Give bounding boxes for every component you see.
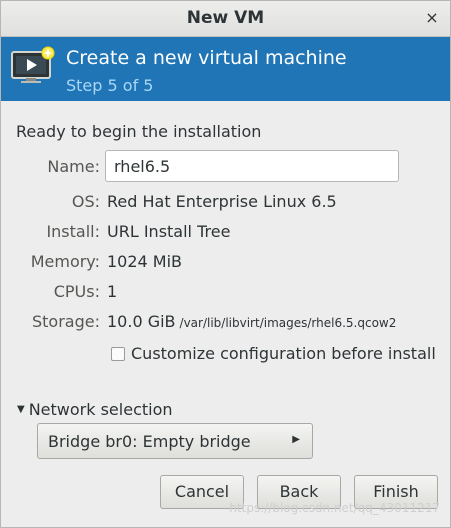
network-selection-expander[interactable]: ▼ Network selection bbox=[17, 400, 173, 419]
memory-value: 1024 MiB bbox=[107, 252, 183, 271]
customize-config-checkbox[interactable]: Customize configuration before install bbox=[111, 344, 436, 363]
install-label: Install: bbox=[46, 222, 100, 241]
checkbox-box[interactable] bbox=[111, 346, 125, 361]
submenu-arrow-icon: ▶ bbox=[292, 434, 300, 445]
os-value: Red Hat Enterprise Linux 6.5 bbox=[107, 192, 337, 211]
banner-heading: Create a new virtual machine bbox=[66, 47, 347, 69]
customize-config-label: Customize configuration before install bbox=[131, 344, 436, 363]
install-value: URL Install Tree bbox=[107, 222, 231, 241]
window-title: New VM bbox=[186, 8, 265, 28]
name-label: Name: bbox=[47, 157, 100, 176]
title-bar: New VM × bbox=[1, 1, 450, 37]
name-field[interactable] bbox=[105, 150, 399, 182]
vm-new-icon bbox=[11, 46, 55, 83]
network-selection-label: Network selection bbox=[28, 400, 173, 419]
storage-label: Storage: bbox=[32, 312, 100, 331]
section-title: Ready to begin the installation bbox=[16, 122, 262, 141]
storage-size: 10.0 GiB bbox=[107, 312, 176, 331]
step-indicator: Step 5 of 5 bbox=[66, 76, 154, 95]
expander-arrow-icon: ▼ bbox=[17, 404, 25, 415]
new-vm-dialog: New VM × Create a new virtual machine St… bbox=[0, 0, 451, 528]
cpus-label: CPUs: bbox=[53, 282, 100, 301]
watermark: https://blog.csdn.net/qq_43011217 bbox=[229, 501, 440, 515]
network-source-value: Bridge br0: Empty bridge bbox=[48, 432, 251, 451]
cpus-value: 1 bbox=[107, 282, 118, 301]
storage-path: /var/lib/libvirt/images/rhel6.5.qcow2 bbox=[179, 316, 397, 330]
memory-label: Memory: bbox=[30, 252, 100, 271]
network-source-dropdown[interactable]: Bridge br0: Empty bridge ▶ bbox=[37, 423, 313, 459]
header-banner: Create a new virtual machine Step 5 of 5 bbox=[1, 37, 450, 101]
close-icon[interactable]: × bbox=[422, 8, 442, 28]
storage-value-row: 10.0 GiB/var/lib/libvirt/images/rhel6.5.… bbox=[107, 312, 396, 331]
os-label: OS: bbox=[71, 192, 100, 211]
